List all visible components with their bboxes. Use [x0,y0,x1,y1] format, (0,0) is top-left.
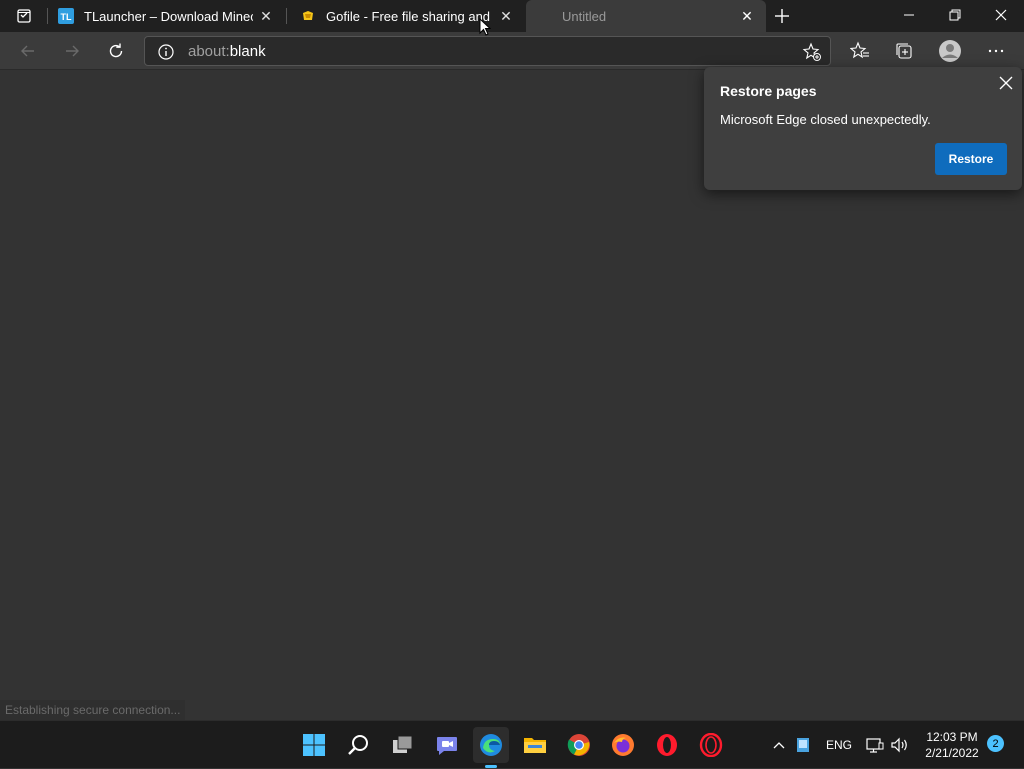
status-bar: Establishing secure connection... [0,700,186,720]
close-tab-icon[interactable]: ✕ [497,7,515,25]
close-icon [999,76,1013,90]
task-view-button[interactable] [385,727,421,763]
close-tab-icon[interactable]: ✕ [257,7,275,25]
restore-button[interactable] [932,0,978,30]
more-icon [988,49,1004,53]
chevron-up-icon [773,742,785,749]
close-window-button[interactable] [978,0,1024,30]
notification-badge[interactable]: 2 [987,735,1004,752]
tray-app-icon [797,738,809,752]
favorites-button[interactable] [844,36,876,66]
add-favorite-icon[interactable] [802,42,822,62]
network-icon [866,738,884,753]
opera-gx-button[interactable] [693,727,729,763]
tab-separator [286,8,287,24]
popup-message: Microsoft Edge closed unexpectedly. [720,112,931,127]
chrome-icon [567,734,590,756]
minimize-button[interactable] [886,0,932,30]
avatar-icon [939,40,961,62]
settings-menu-button[interactable] [980,36,1012,66]
forward-button[interactable] [56,36,88,66]
address-text[interactable]: about:blank [188,43,266,60]
restore-pages-popup: Restore pages Microsoft Edge closed unex… [704,67,1022,190]
close-tab-icon[interactable]: ✕ [738,7,756,25]
tab-bar: TL TLauncher – Download Minecraft ✕ Gofi… [0,0,1024,32]
address-bar[interactable]: about:blank [144,36,831,66]
url-host: blank [229,43,266,60]
edge-taskbar-button[interactable] [473,727,509,763]
close-icon [995,9,1007,21]
tab-title: Gofile - Free file sharing and storage [326,8,493,24]
popup-close-button[interactable] [996,73,1016,93]
minimize-icon [904,14,914,16]
forward-arrow-icon [66,45,79,57]
collections-icon [896,43,912,59]
url-scheme: about: [188,43,230,60]
volume-button[interactable] [891,721,909,769]
show-hidden-icons-button[interactable] [772,721,788,769]
svg-text:TL: TL [61,12,72,22]
task-view-icon [393,735,413,753]
mouse-cursor-icon [479,18,491,36]
tlauncher-icon: TL [58,8,74,24]
start-button[interactable] [296,727,332,763]
tab-untitled[interactable]: Untitled ✕ [526,0,766,32]
tab-title: Untitled [562,8,607,24]
volume-icon [891,737,907,753]
back-arrow-icon [21,45,34,57]
language-indicator[interactable]: ENG [826,721,852,769]
clock[interactable]: 12:03 PM 2/21/2022 [912,729,992,761]
taskbar: ENG 12:03 PM 2/21/2022 [0,720,1024,768]
collections-button[interactable] [888,36,920,66]
tab-tlauncher[interactable]: TL TLauncher – Download Minecraft ✕ [48,0,285,32]
profile-button[interactable] [934,36,966,66]
opera-button[interactable] [649,727,685,763]
new-tab-button[interactable] [770,5,794,27]
restore-button[interactable]: Restore [935,143,1007,175]
favorites-icon [850,41,869,59]
restore-icon [949,9,961,21]
file-explorer-button[interactable] [517,727,553,763]
refresh-button[interactable] [100,36,132,66]
clock-time: 12:03 PM [926,730,978,744]
tab-actions-icon[interactable] [8,6,40,26]
refresh-icon [109,43,123,58]
back-button[interactable] [12,36,44,66]
tray-app-button[interactable] [796,721,812,769]
network-button[interactable] [866,721,884,769]
opera-icon [657,734,677,756]
gofile-icon [300,8,316,24]
firefox-icon [612,734,634,756]
browser-toolbar: about:blank [0,32,1024,70]
opera-gx-icon [699,733,723,757]
popup-title: Restore pages [720,83,817,99]
teams-chat-icon [437,737,457,755]
firefox-button[interactable] [605,727,641,763]
start-icon [303,734,325,756]
search-icon [348,735,368,755]
info-icon[interactable] [157,43,175,61]
chat-button[interactable] [429,727,465,763]
clock-date: 2/21/2022 [925,746,979,760]
search-button[interactable] [340,727,376,763]
file-explorer-icon [524,738,546,753]
edge-icon [480,734,502,756]
chrome-button[interactable] [561,727,597,763]
tab-title: TLauncher – Download Minecraft [84,8,253,24]
